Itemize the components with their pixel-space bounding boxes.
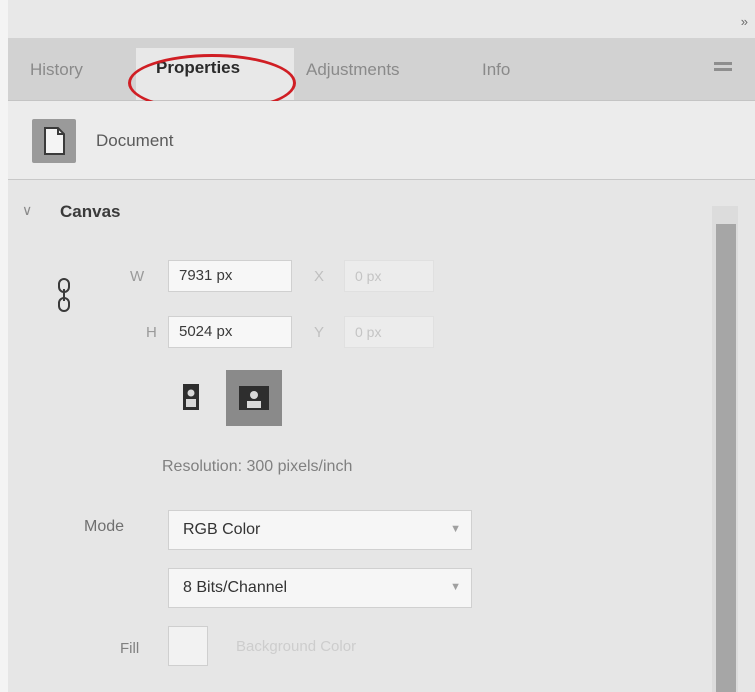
color-mode-value: RGB Color xyxy=(183,521,261,538)
width-field[interactable]: 7931 px xyxy=(168,260,292,292)
x-field: 0 px xyxy=(344,260,434,292)
link-dimensions-icon[interactable] xyxy=(58,278,70,312)
height-field[interactable]: 5024 px xyxy=(168,316,292,348)
chevron-down-icon: ▼ xyxy=(450,523,461,535)
tab-info[interactable]: Info xyxy=(482,60,510,80)
fill-value: Background Color xyxy=(236,638,357,655)
panel-tab-bar: History Properties Adjustments Info xyxy=(8,38,755,112)
chevron-down-icon[interactable]: ∨ xyxy=(22,202,32,219)
canvas-section-title[interactable]: Canvas xyxy=(60,202,120,222)
resolution-text: Resolution: 300 pixels/inch xyxy=(162,458,353,475)
tab-history[interactable]: History xyxy=(30,60,83,80)
properties-panel: » History Properties Adjustments Info Do… xyxy=(8,0,755,692)
y-label: Y xyxy=(314,324,325,341)
mode-label: Mode xyxy=(84,518,125,535)
portrait-orientation-icon[interactable] xyxy=(174,380,208,414)
collapse-panel-icon[interactable]: » xyxy=(741,14,748,29)
scrollbar-thumb[interactable] xyxy=(716,224,736,692)
color-mode-select[interactable]: RGB Color ▼ xyxy=(168,510,472,550)
fill-label: Fill xyxy=(120,640,140,657)
bit-depth-value: 8 Bits/Channel xyxy=(183,579,288,596)
y-field: 0 px xyxy=(344,316,434,348)
document-row: Document xyxy=(8,101,755,180)
canvas-section: ∨ Canvas W 7931 px X 0 px H 5024 px Y 0 … xyxy=(8,180,755,692)
bit-depth-select[interactable]: 8 Bits/Channel ▼ xyxy=(168,568,472,608)
width-label: W xyxy=(130,268,145,285)
tab-adjustments[interactable]: Adjustments xyxy=(306,60,400,80)
document-icon xyxy=(32,119,76,163)
chevron-down-icon: ▼ xyxy=(450,581,461,593)
x-label: X xyxy=(314,268,325,285)
fill-color-swatch[interactable] xyxy=(168,626,208,666)
panel-menu-icon[interactable] xyxy=(714,62,732,76)
height-label: H xyxy=(146,324,157,341)
document-label: Document xyxy=(96,131,174,150)
landscape-orientation-icon[interactable] xyxy=(226,370,282,426)
